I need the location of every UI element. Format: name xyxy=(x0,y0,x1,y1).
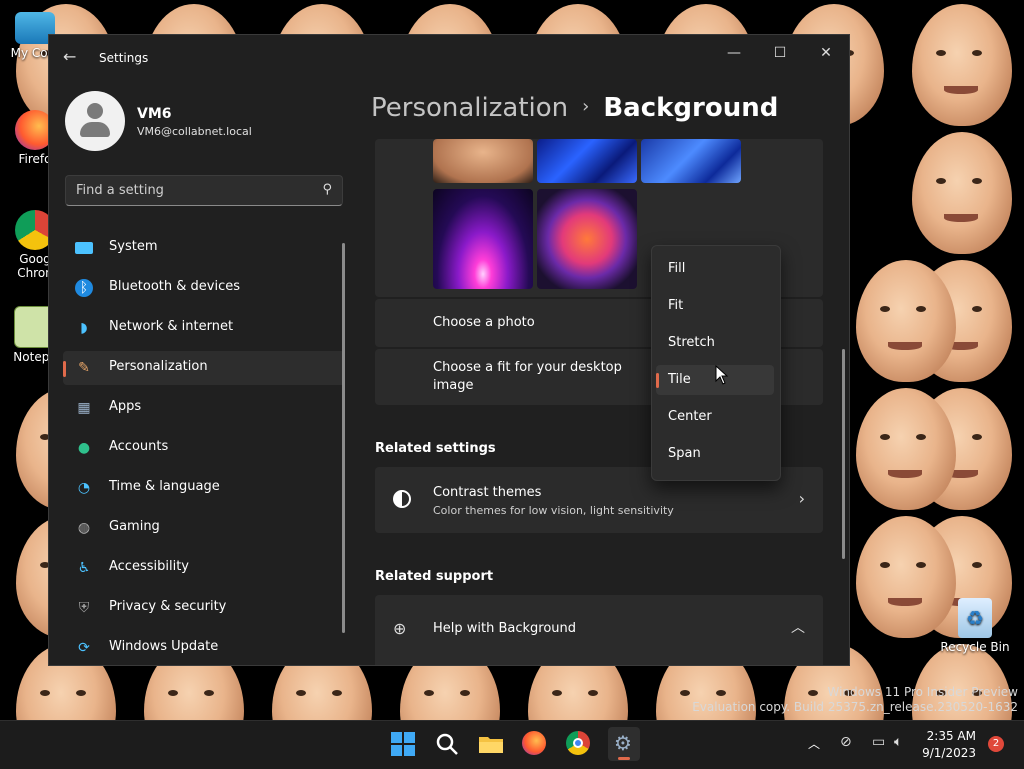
choose-fit-label: Choose a fit for your desktop xyxy=(433,360,622,375)
sidebar-item-apps[interactable]: ▦ Apps xyxy=(63,391,345,425)
chrome-icon xyxy=(566,731,590,755)
fit-option-fit[interactable]: Fit xyxy=(656,291,774,321)
firefox-taskbar-button[interactable] xyxy=(522,731,550,759)
taskbar-search-button[interactable] xyxy=(434,731,462,759)
wallpaper-tile xyxy=(856,388,956,510)
chevron-right-icon: › xyxy=(798,489,805,508)
fit-option-fill[interactable]: Fill xyxy=(656,254,774,284)
sidebar-item-personalization[interactable]: ✎ Personalization xyxy=(63,351,345,385)
chevron-up-icon[interactable]: ︿ xyxy=(808,735,820,752)
sidebar-item-bluetooth[interactable]: ᛒ Bluetooth & devices xyxy=(63,271,345,305)
start-button[interactable] xyxy=(390,731,418,759)
monitor-icon xyxy=(75,242,93,254)
taskbar: ⚙ ︿ ⊘ ▭ 🔈︎ 2:35 AM 9/1/2023 xyxy=(0,720,1024,769)
notification-badge[interactable]: 2 xyxy=(988,736,1004,752)
profile-email: VM6@collabnet.local xyxy=(137,125,252,138)
active-app-indicator xyxy=(618,757,630,760)
breadcrumb-separator: › xyxy=(582,96,590,117)
recent-image-thumb[interactable] xyxy=(433,139,533,183)
volume-icon[interactable]: 🔈︎ xyxy=(894,734,902,750)
title-bar[interactable]: ← Settings — ☐ ✕ xyxy=(49,35,849,81)
avatar[interactable] xyxy=(65,91,125,151)
sidebar-scrollbar[interactable] xyxy=(342,243,345,633)
sidebar-item-accessibility[interactable]: ♿ Accessibility xyxy=(63,551,345,585)
firefox-icon xyxy=(522,731,546,755)
avatar-head xyxy=(87,103,103,119)
settings-window: ← Settings — ☐ ✕ VM6 VM6@collabnet.local… xyxy=(48,34,850,666)
chevron-up-icon[interactable]: ︿ xyxy=(791,617,805,637)
settings-taskbar-button[interactable]: ⚙ xyxy=(608,727,640,761)
content-scrollbar[interactable] xyxy=(842,349,845,559)
profile-name: VM6 xyxy=(137,106,172,122)
page-title: Background xyxy=(603,93,779,123)
choose-photo-label: Choose a photo xyxy=(433,315,535,330)
search-input[interactable]: Find a setting xyxy=(76,183,164,198)
selected-indicator xyxy=(656,373,659,388)
brush-icon: ✎ xyxy=(78,360,90,376)
search-icon xyxy=(436,733,458,755)
clock-date[interactable]: 9/1/2023 xyxy=(922,746,976,760)
sidebar-item-windows-update[interactable]: ⟳ Windows Update xyxy=(63,631,345,665)
clock-time[interactable]: 2:35 AM xyxy=(927,729,976,743)
sidebar-item-system[interactable]: System xyxy=(63,231,345,265)
wallpaper-tile xyxy=(912,132,1012,254)
avatar-body xyxy=(80,122,110,137)
search-icon[interactable]: ⚲ xyxy=(322,182,332,197)
search-box[interactable]: Find a setting ⚲ xyxy=(65,175,343,206)
sidebar-item-network[interactable]: ◗ Network & internet xyxy=(63,311,345,345)
wallpaper-tile xyxy=(856,260,956,382)
sidebar-item-gaming[interactable]: ◍ Gaming xyxy=(63,511,345,545)
wallpaper-tile xyxy=(912,4,1012,126)
os-watermark: Windows 11 Pro Insider Preview Evaluatio… xyxy=(692,685,1018,714)
fit-option-center[interactable]: Center xyxy=(656,402,774,432)
sidebar-item-accounts[interactable]: ● Accounts xyxy=(63,431,345,465)
contrast-themes-desc: Color themes for low vision, light sensi… xyxy=(433,504,674,517)
contrast-themes-title: Contrast themes xyxy=(433,485,542,500)
back-arrow-icon[interactable]: ← xyxy=(63,47,83,67)
fit-option-span[interactable]: Span xyxy=(656,439,774,469)
wifi-icon: ◗ xyxy=(80,320,88,336)
related-settings-title: Related settings xyxy=(375,441,496,456)
help-with-background-row[interactable]: ⊕ Help with Background ︿ xyxy=(375,595,823,665)
windows-logo-icon xyxy=(391,732,415,756)
globe-clock-icon: ◔ xyxy=(77,480,91,496)
globe-help-icon: ⊕ xyxy=(393,619,407,638)
sidebar-item-privacy[interactable]: ⛨ Privacy & security xyxy=(63,591,345,625)
recent-image-thumb[interactable] xyxy=(537,139,637,183)
breadcrumb: Personalization › Background xyxy=(371,93,778,123)
gear-icon: ⚙ xyxy=(614,731,632,755)
maximize-button[interactable]: ☐ xyxy=(757,39,803,67)
close-button[interactable]: ✕ xyxy=(803,39,849,67)
display-icon[interactable]: ▭ xyxy=(872,734,885,750)
chrome-taskbar-button[interactable] xyxy=(566,731,594,759)
choose-fit-label-line2: image xyxy=(433,378,474,393)
sidebar-item-time-language[interactable]: ◔ Time & language xyxy=(63,471,345,505)
gamepad-icon: ◍ xyxy=(77,520,91,536)
window-title: Settings xyxy=(99,51,149,65)
recent-image-thumb[interactable] xyxy=(641,139,741,183)
desktop-icon-recycle-bin[interactable]: ♻ Recycle Bin xyxy=(940,598,1010,654)
recycle-bin-icon: ♻ xyxy=(958,598,992,638)
active-indicator xyxy=(63,361,66,377)
minimize-button[interactable]: — xyxy=(711,39,757,67)
breadcrumb-parent[interactable]: Personalization xyxy=(371,93,568,123)
recent-image-thumb[interactable] xyxy=(433,189,533,289)
mouse-cursor-icon xyxy=(715,365,729,385)
file-explorer-button[interactable] xyxy=(478,731,506,759)
recent-image-thumb[interactable] xyxy=(537,189,637,289)
accessibility-icon: ♿ xyxy=(77,560,91,576)
network-offline-icon[interactable]: ⊘ xyxy=(840,734,852,750)
fit-option-stretch[interactable]: Stretch xyxy=(656,328,774,358)
fit-dropdown-menu: Fill Fit Stretch Tile Center Span xyxy=(651,245,781,481)
update-icon: ⟳ xyxy=(78,640,90,656)
bluetooth-icon: ᛒ xyxy=(75,279,93,297)
contrast-icon xyxy=(393,490,411,508)
related-support-title: Related support xyxy=(375,569,494,584)
help-with-background-label: Help with Background xyxy=(433,621,577,636)
folder-icon xyxy=(479,737,503,753)
shield-icon: ⛨ xyxy=(78,600,90,616)
person-icon: ● xyxy=(77,440,91,456)
apps-icon: ▦ xyxy=(77,400,91,416)
